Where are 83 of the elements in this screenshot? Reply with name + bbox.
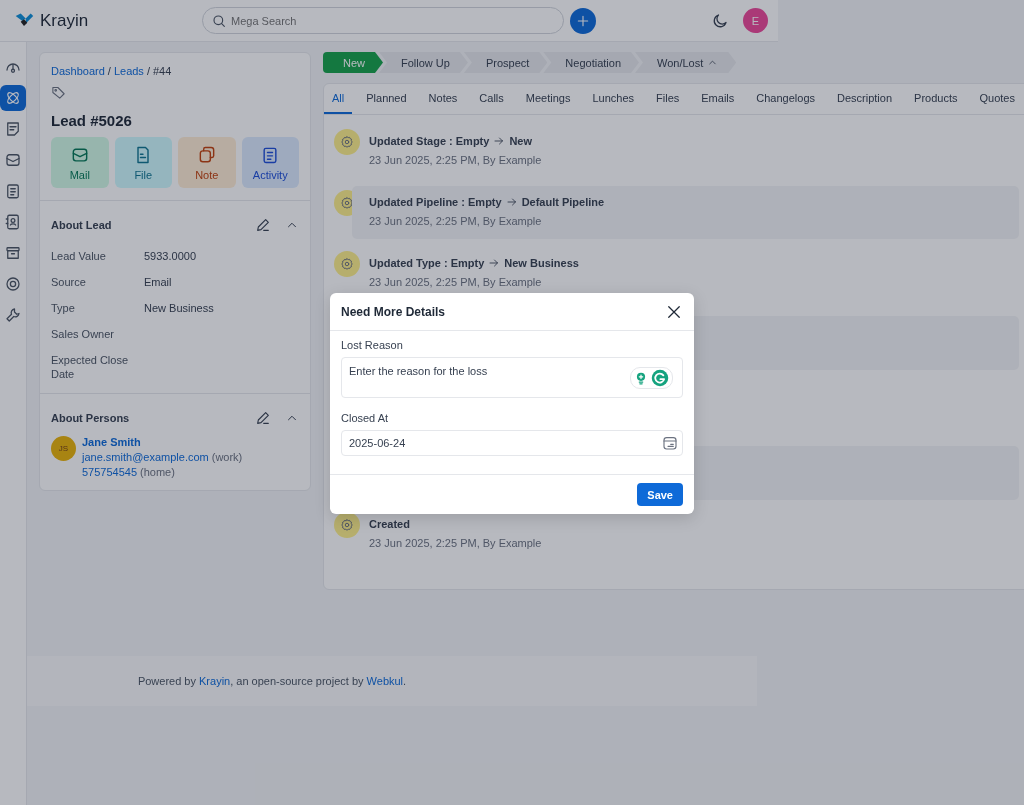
- activity-meta: 23 Jun 2025, 2:25 PM, By Example: [369, 215, 543, 227]
- calendar-icon: [662, 435, 678, 451]
- arrow-right-icon: [488, 257, 501, 269]
- user-avatar[interactable]: E: [743, 8, 768, 33]
- stage-step[interactable]: Prospect: [463, 52, 548, 73]
- field-value: 5933.0000: [144, 249, 197, 263]
- stage-step[interactable]: Negotiation: [543, 52, 639, 73]
- writing-assistant-widget[interactable]: [630, 367, 673, 389]
- activity-title: Updated Stage : Empty: [369, 135, 490, 147]
- date-field[interactable]: 2025-06-24: [341, 430, 683, 456]
- action-button[interactable]: Activity: [241, 137, 299, 188]
- dark-mode-icon[interactable]: [711, 11, 729, 30]
- app-logo: Krayin: [40, 10, 89, 31]
- activity-meta: 23 Jun 2025, 2:25 PM, By Example: [369, 537, 543, 549]
- stage-step[interactable]: New: [323, 52, 383, 73]
- footer-text: Powered by Krayin, an open-source project by Webkul.: [137, 675, 408, 687]
- tab[interactable]: Meetings: [517, 84, 579, 114]
- phone-link[interactable]: 575754545: [82, 466, 138, 478]
- tab[interactable]: Files: [648, 84, 688, 114]
- search-icon: [211, 13, 227, 29]
- activity-meta: 23 Jun 2025, 2:25 PM, By Example: [369, 154, 543, 166]
- section-title: About Persons: [51, 412, 130, 424]
- tab[interactable]: Notes: [420, 84, 466, 114]
- action-button[interactable]: Mail: [51, 137, 109, 188]
- mail-icon: [4, 151, 22, 169]
- gear-icon: [334, 129, 360, 155]
- breadcrumb-current: #44: [152, 65, 172, 77]
- tab[interactable]: Emails: [693, 84, 743, 114]
- field-value: Email: [144, 275, 173, 289]
- stage-step[interactable]: Follow Up: [379, 52, 468, 73]
- tab[interactable]: Lunches: [584, 84, 643, 114]
- text-area[interactable]: Enter the reason for the loss: [341, 357, 683, 398]
- field-label: Lost Reason: [341, 339, 404, 351]
- add-button[interactable]: [570, 7, 596, 34]
- email-type: (work): [211, 451, 243, 463]
- gear-icon: [334, 512, 360, 538]
- person-avatar: JS: [51, 436, 76, 461]
- g-icon: [651, 369, 669, 387]
- action-button[interactable]: Note: [178, 137, 236, 188]
- tab[interactable]: All: [324, 84, 353, 114]
- breadcrumb-link[interactable]: Leads: [113, 65, 144, 77]
- field-label: Expected Close Date: [51, 353, 130, 381]
- stage-step[interactable]: Won/Lost: [635, 52, 737, 73]
- activity-title: Updated Pipeline : Empty: [369, 196, 502, 208]
- bulb-icon: [634, 371, 648, 385]
- phone-type: (home): [140, 466, 175, 478]
- edit-icon[interactable]: [255, 217, 271, 233]
- field-label: Type: [51, 301, 76, 315]
- field-label: Closed At: [341, 412, 390, 424]
- tab[interactable]: Planned: [358, 84, 415, 114]
- activity-value: New Business: [504, 257, 579, 269]
- tab[interactable]: Products: [906, 84, 966, 114]
- dialog-title: Need More Details: [341, 305, 446, 319]
- section-title: About Lead: [51, 219, 112, 231]
- lead-title: Lead #5026: [51, 112, 133, 129]
- person-name[interactable]: Jane Smith: [82, 436, 243, 448]
- activity-value: New: [509, 135, 533, 147]
- field-label: Lead Value: [51, 249, 107, 263]
- activity-title: Updated Type : Empty: [369, 257, 485, 269]
- activity-title: Created: [369, 518, 410, 530]
- sidebar-item[interactable]: [0, 85, 26, 111]
- tab[interactable]: Description: [829, 84, 901, 114]
- save-button[interactable]: Save: [637, 483, 683, 506]
- field-label: Source: [51, 275, 87, 289]
- tab[interactable]: Calls: [471, 84, 512, 114]
- edit-icon[interactable]: [255, 410, 271, 426]
- breadcrumb-separator: /: [107, 65, 111, 77]
- breadcrumb-separator: /: [146, 65, 150, 77]
- field-label: Sales Owner: [51, 327, 115, 341]
- arrow-right-icon: [505, 196, 518, 208]
- arrow-right-icon: [493, 135, 506, 147]
- tab[interactable]: Quotes: [971, 84, 1023, 114]
- activity-meta: 23 Jun 2025, 2:25 PM, By Example: [369, 276, 543, 288]
- close-icon[interactable]: [665, 303, 683, 321]
- tag-icon[interactable]: [51, 85, 66, 100]
- activity-value: Default Pipeline: [521, 196, 605, 208]
- tab[interactable]: Changelogs: [748, 84, 823, 114]
- breadcrumb-link[interactable]: Dashboard: [51, 65, 105, 77]
- search-field[interactable]: Mega Search: [202, 7, 564, 34]
- gear-icon: [334, 251, 360, 277]
- action-button[interactable]: File: [114, 137, 172, 188]
- field-value: New Business: [144, 301, 215, 315]
- email-link[interactable]: jane.smith@example.com: [82, 451, 209, 463]
